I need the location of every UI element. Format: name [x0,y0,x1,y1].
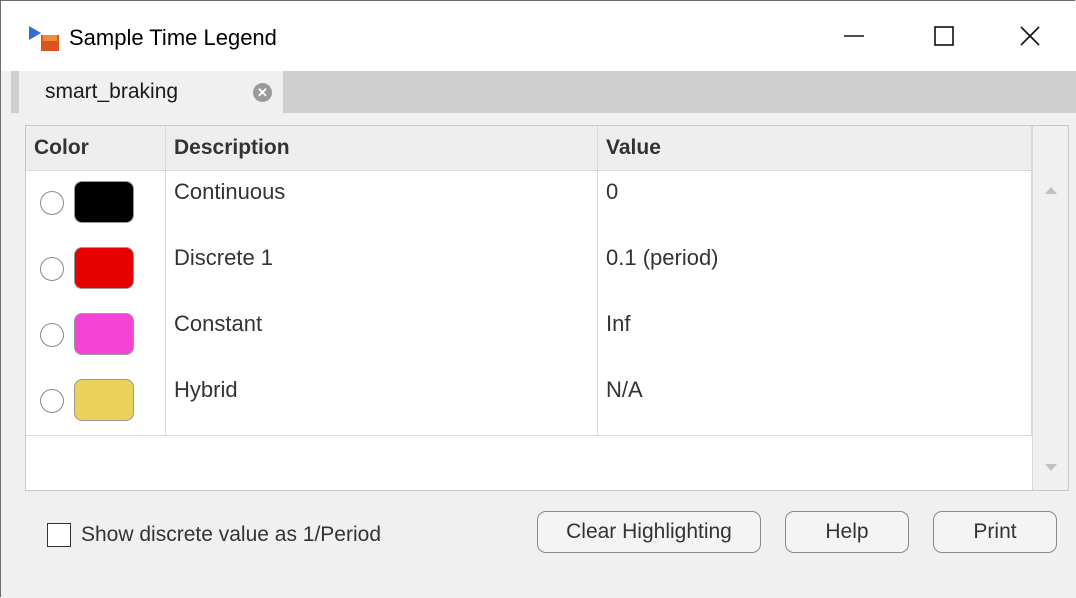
value-cell: N/A [598,369,1032,435]
highlight-radio[interactable] [40,323,64,347]
color-swatch [74,181,134,223]
close-button[interactable] [985,1,1075,71]
color-swatch [74,247,134,289]
table-header: Color Description Value [26,126,1032,171]
value-text: Inf [606,311,631,336]
tab-smart-braking[interactable]: smart_braking ✕ [19,71,283,113]
value-cell: 0.1 (period) [598,237,1032,303]
table-row: Discrete 1 0.1 (period) [26,237,1032,304]
vertical-scrollbar[interactable] [1032,126,1068,490]
description-cell: Discrete 1 [166,237,598,303]
legend-table: Color Description Value Continuous 0 Dis… [25,125,1069,491]
value-text: 0 [606,179,619,204]
description-cell: Hybrid [166,369,598,435]
tab-label: smart_braking [45,80,179,103]
tab-strip: smart_braking ✕ [11,71,1076,113]
value-cell: 0 [598,171,1032,237]
show-discrete-label[interactable]: Show discrete value as 1/Period [81,523,381,547]
description-text: Continuous [174,179,286,204]
header-color[interactable]: Color [26,126,166,170]
color-swatch [74,313,134,355]
color-cell [26,237,166,303]
highlight-radio[interactable] [40,257,64,281]
title-bar: Sample Time Legend [1,1,1076,71]
description-text: Hybrid [174,377,238,402]
table-row: Constant Inf [26,303,1032,370]
highlight-radio[interactable] [40,389,64,413]
maximize-icon [934,26,954,46]
description-cell: Constant [166,303,598,369]
value-text: N/A [606,377,643,402]
description-text: Constant [174,311,263,336]
print-button[interactable]: Print [933,511,1057,553]
window-title: Sample Time Legend [69,25,277,50]
tab-close-icon[interactable]: ✕ [253,83,272,102]
clear-highlighting-button[interactable]: Clear Highlighting [537,511,761,553]
description-cell: Continuous [166,171,598,237]
description-text: Discrete 1 [174,245,274,270]
sample-time-legend-window: Sample Time Legend smart_braking ✕ Color [0,0,1076,597]
close-icon [1020,26,1040,46]
maximize-button[interactable] [899,1,989,71]
highlight-radio[interactable] [40,191,64,215]
scroll-up-arrow-icon[interactable] [1045,186,1057,194]
color-cell [26,303,166,369]
table-row: Hybrid N/A [26,369,1032,436]
simulink-app-icon [29,26,59,51]
table-row: Continuous 0 [26,171,1032,238]
show-discrete-checkbox[interactable] [47,523,71,547]
color-cell [26,171,166,237]
value-cell: Inf [598,303,1032,369]
minimize-button[interactable] [809,1,899,71]
help-button[interactable]: Help [785,511,909,553]
scroll-down-arrow-icon[interactable] [1045,464,1057,472]
header-value[interactable]: Value [598,126,1032,170]
color-cell [26,369,166,435]
value-text: 0.1 (period) [606,245,719,270]
color-swatch [74,379,134,421]
minimize-icon [844,35,864,37]
header-description[interactable]: Description [166,126,598,170]
